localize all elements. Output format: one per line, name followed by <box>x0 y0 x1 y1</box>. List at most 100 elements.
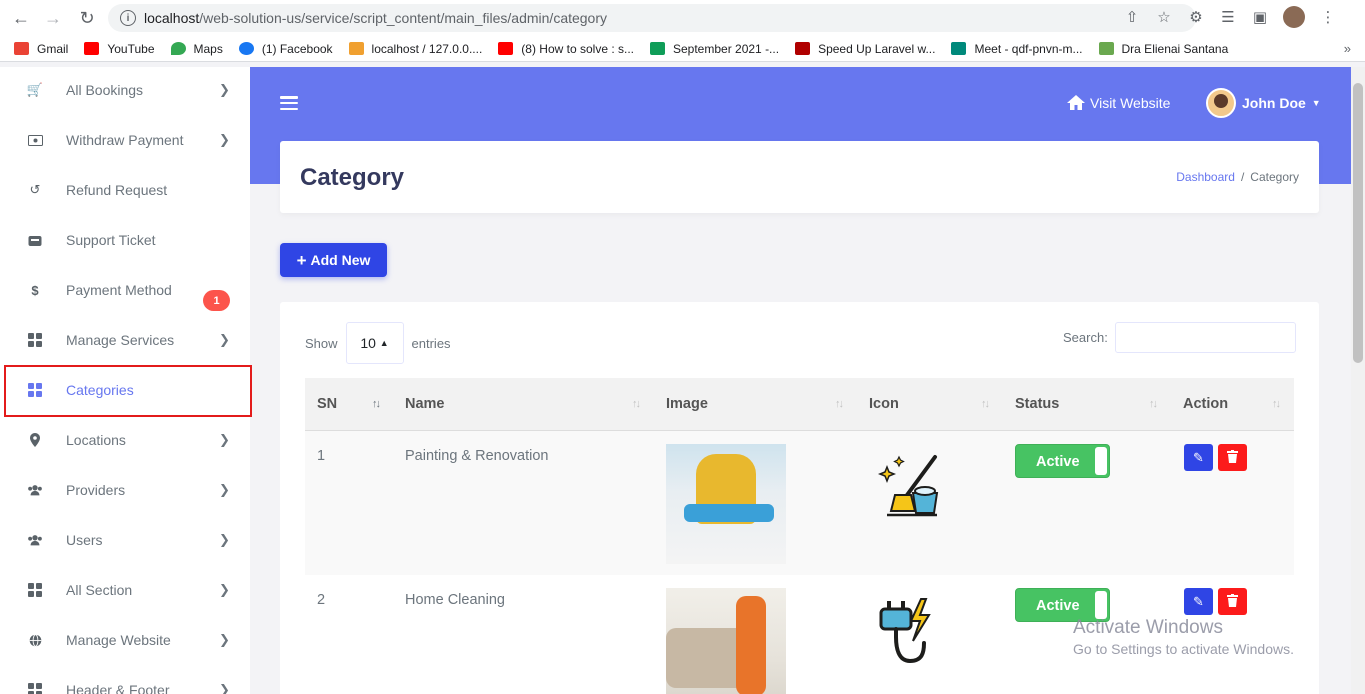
sidebar-item-refund-request[interactable]: ↺ Refund Request <box>0 165 250 215</box>
map-pin-icon <box>27 432 43 448</box>
ticket-icon <box>27 232 43 248</box>
site-info-icon[interactable]: i <box>120 10 136 26</box>
chevron-right-icon: ❯ <box>219 682 230 694</box>
entries-select[interactable]: 10 ▲︎ <box>345 322 404 364</box>
profile-avatar[interactable] <box>1283 6 1305 28</box>
visit-website-link[interactable]: Visit Website <box>1066 94 1170 111</box>
sidebar-item-all-section[interactable]: All Section ❯ <box>0 565 250 615</box>
users-icon <box>27 482 43 498</box>
menu-icon[interactable]: ⋮ <box>1319 8 1337 26</box>
chevron-right-icon: ❯ <box>219 132 230 147</box>
status-toggle[interactable]: Active <box>1015 444 1110 478</box>
chevron-right-icon: ❯ <box>219 482 230 497</box>
sheets-icon <box>650 42 665 55</box>
url-host: localhost <box>144 10 200 26</box>
gmail-icon <box>14 42 29 55</box>
col-image[interactable]: Image <box>666 396 708 412</box>
laravel-icon <box>795 42 811 55</box>
edit-icon: ✎ <box>1193 449 1204 465</box>
breadcrumb: Dashboard / Category <box>1176 170 1299 184</box>
sidebar-item-users[interactable]: Users ❯ <box>0 515 250 565</box>
hamburger-menu-icon[interactable] <box>280 96 298 110</box>
star-icon[interactable]: ☆ <box>1155 8 1173 26</box>
sort-icon[interactable]: ↑↓ <box>981 398 990 410</box>
undo-icon: ↺ <box>29 182 41 197</box>
sidebar-item-payment-method[interactable]: $ Payment Method <box>0 265 250 315</box>
back-icon[interactable]: ← <box>10 7 32 29</box>
bookmarks-more-icon[interactable]: » <box>1344 41 1351 56</box>
delete-button[interactable] <box>1218 444 1247 471</box>
sort-icon[interactable]: ↑↓ <box>632 398 641 410</box>
sort-icon[interactable]: ↑↓ <box>372 398 381 410</box>
forward-icon[interactable]: → <box>42 7 64 29</box>
avatar <box>1206 88 1236 118</box>
search-control: Search: <box>1063 322 1296 353</box>
youtube-icon <box>498 42 514 55</box>
row-sn: 1 <box>317 448 326 464</box>
bookmark-maps[interactable]: Maps <box>170 42 223 56</box>
sidebar-item-providers[interactable]: Providers ❯ <box>0 465 250 515</box>
edit-icon: ✎ <box>1193 593 1204 609</box>
sidebar-item-header-footer[interactable]: Header & Footer ❯ <box>0 665 250 694</box>
phpmyadmin-icon <box>348 42 364 55</box>
extensions-icon[interactable]: ⚙ <box>1187 8 1205 26</box>
bookmark-laravel[interactable]: Speed Up Laravel w... <box>795 42 935 56</box>
sort-icon[interactable]: ↑↓ <box>1149 398 1158 410</box>
section-header: Category Dashboard / Category <box>280 141 1319 213</box>
entries-control: Show 10 ▲︎ entries <box>305 322 451 364</box>
home-icon <box>1067 95 1085 110</box>
edit-button[interactable]: ✎ <box>1184 444 1213 471</box>
sidebar-item-support-ticket[interactable]: Support Ticket <box>0 215 250 265</box>
col-action[interactable]: Action <box>1183 396 1228 412</box>
bookmark-meet[interactable]: Meet - qdf-pnvn-m... <box>951 42 1083 56</box>
table-header: SN ↑↓ Name ↑↓ Image ↑↓ Icon ↑↓ Status ↑↓… <box>305 378 1294 431</box>
maps-icon <box>170 42 186 55</box>
sort-icon[interactable]: ↑↓ <box>835 398 844 410</box>
chevron-right-icon: ❯ <box>219 332 230 347</box>
grid-icon <box>27 582 43 598</box>
col-name[interactable]: Name <box>405 396 445 412</box>
col-icon[interactable]: Icon <box>869 396 899 412</box>
dollar-icon: $ <box>31 282 39 298</box>
add-new-button[interactable]: + Add New <box>280 243 387 277</box>
row-sn: 2 <box>317 592 326 608</box>
search-input[interactable] <box>1114 322 1296 353</box>
meet-icon <box>951 42 967 55</box>
address-bar[interactable]: i localhost/web-solution-us/service/scri… <box>108 4 1196 32</box>
trash-icon <box>1227 593 1238 610</box>
scrollbar-thumb[interactable] <box>1353 83 1363 363</box>
cleaning-broom-icon <box>873 451 945 523</box>
col-status[interactable]: Status <box>1015 396 1059 412</box>
chevron-right-icon: ❯ <box>219 82 230 97</box>
sidebar-item-withdraw-payment[interactable]: Withdraw Payment ❯ <box>0 115 250 165</box>
money-icon <box>27 132 43 148</box>
sort-icon[interactable]: ↑↓ <box>1272 398 1281 410</box>
category-image <box>666 444 786 564</box>
media-icon[interactable]: ☰ <box>1219 8 1237 26</box>
share-icon[interactable]: ⇧ <box>1123 8 1141 26</box>
sidebar-item-manage-services[interactable]: Manage Services ❯ <box>0 315 250 365</box>
bookmark-sheets[interactable]: September 2021 -... <box>650 42 779 56</box>
sidebar-item-all-bookings[interactable]: 🛒 All Bookings ❯ <box>0 67 250 115</box>
sidepanel-icon[interactable]: ▣ <box>1251 8 1269 26</box>
bookmark-youtube[interactable]: YouTube <box>84 42 155 56</box>
scrollbar[interactable] <box>1351 67 1365 694</box>
table-row: 1 Painting & Renovation Active ✎ <box>305 431 1294 575</box>
chevron-right-icon: ❯ <box>219 582 230 597</box>
page-title: Category <box>300 164 405 191</box>
bookmark-youtube-video[interactable]: (8) How to solve : s... <box>498 42 634 56</box>
col-sn[interactable]: SN <box>317 396 337 412</box>
reload-icon[interactable]: ↻ <box>76 7 98 29</box>
bookmark-dra[interactable]: Dra Elienai Santana <box>1098 42 1228 56</box>
youtube-icon <box>84 42 100 55</box>
edit-button[interactable]: ✎ <box>1184 588 1213 615</box>
bookmark-gmail[interactable]: Gmail <box>14 42 68 56</box>
user-menu[interactable]: John Doe ▼ <box>1206 88 1321 118</box>
bookmark-phpmyadmin[interactable]: localhost / 127.0.0.... <box>348 42 482 56</box>
bookmark-facebook[interactable]: (1) Facebook <box>238 42 333 56</box>
sidebar-item-locations[interactable]: Locations ❯ <box>0 415 250 465</box>
breadcrumb-dashboard[interactable]: Dashboard <box>1176 170 1235 184</box>
sidebar-item-manage-website[interactable]: Manage Website ❯ <box>0 615 250 665</box>
row-name: Home Cleaning <box>405 592 505 608</box>
delete-button[interactable] <box>1218 588 1247 615</box>
